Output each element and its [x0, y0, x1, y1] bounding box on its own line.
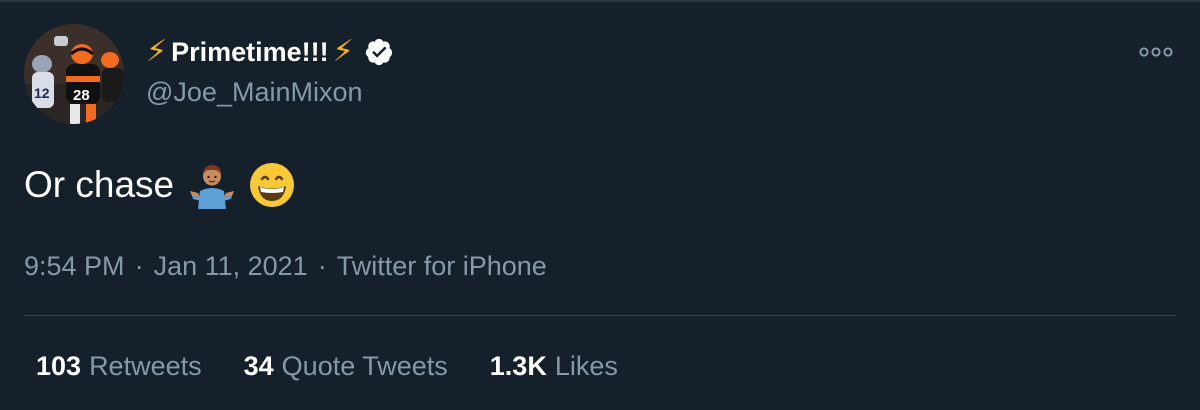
divider — [24, 315, 1176, 316]
tweet-date[interactable]: Jan 11, 2021 — [154, 248, 308, 284]
likes-count: 1.3K — [489, 351, 547, 381]
tweet-card: 12 28 ⚡ Primetime!!! ⚡ @Joe_MainMixon Or… — [0, 0, 1200, 410]
tweet-meta: 9:54 PM · Jan 11, 2021 · Twitter for iPh… — [24, 248, 547, 284]
retweets-stat[interactable]: 103 Retweets — [36, 348, 202, 384]
meta-separator: · — [317, 251, 327, 281]
user-handle[interactable]: @Joe_MainMixon — [146, 74, 363, 110]
tweet-time[interactable]: 9:54 PM — [24, 248, 125, 284]
tweet-source[interactable]: Twitter for iPhone — [337, 248, 547, 284]
engagement-stats: 103 Retweets 34 Quote Tweets 1.3K Likes — [36, 348, 618, 384]
grinning-face-icon — [250, 163, 295, 207]
tweet-text: Or chase — [24, 160, 296, 210]
retweets-count: 103 — [36, 351, 82, 381]
svg-text:28: 28 — [73, 87, 90, 104]
quote-tweets-count: 34 — [243, 351, 274, 381]
display-name: Primetime!!! — [171, 37, 329, 67]
verified-badge-icon — [365, 38, 392, 66]
svg-text:12: 12 — [34, 85, 50, 101]
person-shrugging-icon — [190, 165, 235, 209]
avatar[interactable]: 12 28 — [24, 24, 124, 124]
likes-stat[interactable]: 1.3K Likes — [490, 348, 618, 384]
football-player-avatar-icon: 12 28 — [24, 24, 124, 124]
quote-tweets-stat[interactable]: 34 Quote Tweets — [244, 348, 448, 384]
meta-separator: · — [134, 251, 144, 281]
retweets-label: Retweets — [89, 351, 202, 381]
more-options-icon[interactable] — [1136, 40, 1176, 64]
likes-label: Likes — [554, 351, 618, 381]
tweet-text-content: Or chase — [24, 164, 175, 205]
display-name-link[interactable]: ⚡ Primetime!!! ⚡ — [146, 32, 394, 72]
lightning-bolt-icon: ⚡ — [332, 34, 354, 69]
lightning-bolt-icon: ⚡ — [146, 34, 168, 69]
quote-tweets-label: Quote Tweets — [281, 351, 448, 381]
